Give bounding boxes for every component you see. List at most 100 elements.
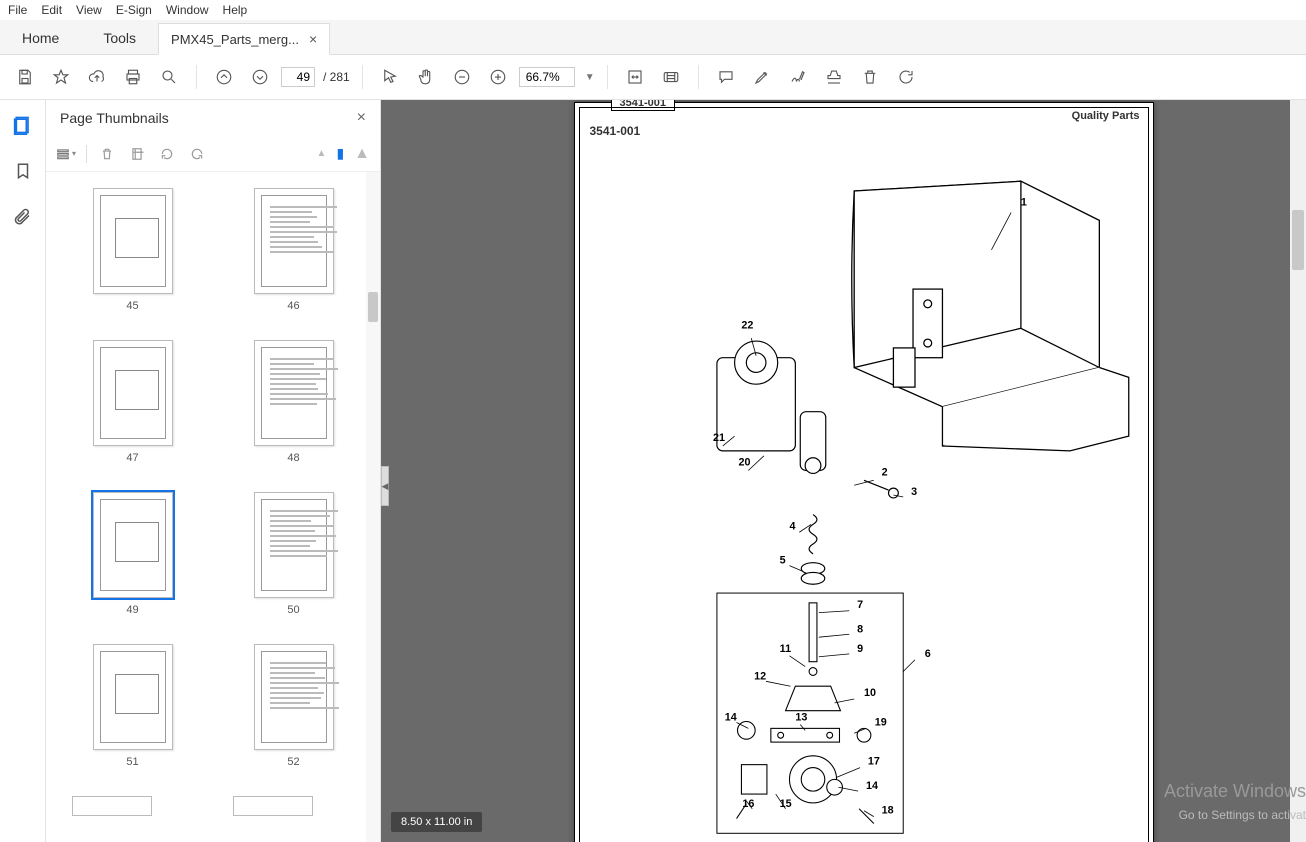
nav-rail — [0, 100, 46, 842]
attachment-icon[interactable] — [12, 206, 34, 228]
thumbnail-52[interactable]: 52 — [233, 644, 354, 768]
thumbnails-list[interactable]: 45 46 47 48 49 50 51 52 — [46, 172, 380, 842]
sign-icon[interactable] — [783, 62, 813, 92]
page-view: 3541-001 Quality Parts 3541-001 — [574, 102, 1154, 842]
callout-10: 10 — [864, 687, 876, 699]
search-icon[interactable] — [154, 62, 184, 92]
thumbnail-49[interactable]: 49 — [72, 492, 193, 616]
menu-esign[interactable]: E-Sign — [116, 3, 152, 17]
callout-14: 14 — [724, 712, 736, 724]
star-icon[interactable] — [46, 62, 76, 92]
thumbnail-48[interactable]: 48 — [233, 340, 354, 464]
save-icon[interactable] — [10, 62, 40, 92]
rotate-cw-icon[interactable] — [187, 144, 207, 164]
part-number-heading: 3541-001 — [590, 124, 641, 138]
tab-document-label: PMX45_Parts_merg... — [171, 32, 299, 47]
page-number-input[interactable] — [281, 67, 315, 87]
callout-21: 21 — [712, 432, 724, 444]
tab-bar: Home Tools PMX45_Parts_merg... × — [0, 20, 1306, 55]
thumbnail-51[interactable]: 51 — [72, 644, 193, 768]
select-tool-icon[interactable] — [375, 62, 405, 92]
callout-1: 1 — [1020, 197, 1026, 209]
comment-icon[interactable] — [711, 62, 741, 92]
hand-tool-icon[interactable] — [411, 62, 441, 92]
thumbnails-panel-icon[interactable] — [12, 114, 34, 136]
zoom-input[interactable] — [519, 67, 575, 87]
page-up-icon[interactable] — [209, 62, 239, 92]
thumbnail-label: 52 — [287, 756, 299, 768]
insert-page-icon[interactable] — [127, 144, 147, 164]
callout-4: 4 — [789, 520, 795, 532]
viewer-scrollbar[interactable] — [1290, 100, 1306, 842]
thumb-size-slider[interactable]: ▮ — [336, 145, 344, 162]
callout-19: 19 — [874, 716, 886, 728]
callout-7: 7 — [857, 599, 863, 611]
close-icon[interactable]: × — [309, 31, 317, 47]
rotate-ccw-icon[interactable] — [157, 144, 177, 164]
menu-bar: File Edit View E-Sign Window Help — [0, 0, 1306, 20]
main-area: Page Thumbnails × ▾ ▲ ▮ ▲ 45464748495051… — [0, 100, 1306, 842]
callout-17: 17 — [867, 756, 879, 768]
print-icon[interactable] — [118, 62, 148, 92]
callout-15: 15 — [779, 798, 791, 810]
zoom-out-icon[interactable] — [447, 62, 477, 92]
callout-18: 18 — [881, 805, 893, 817]
callout-5: 5 — [779, 555, 785, 567]
menu-edit[interactable]: Edit — [41, 3, 62, 17]
bookmark-icon[interactable] — [12, 160, 34, 182]
page-size-badge: 8.50 x 11.00 in — [391, 812, 482, 832]
fit-width-icon[interactable] — [620, 62, 650, 92]
thumb-size-small-icon[interactable]: ▲ — [317, 148, 327, 159]
thumbnail-label: 49 — [126, 604, 138, 616]
stamp-icon[interactable] — [819, 62, 849, 92]
callout-13: 13 — [795, 712, 807, 724]
thumbnail-label: 51 — [126, 756, 138, 768]
callout-9: 9 — [857, 643, 863, 655]
trash-icon[interactable] — [855, 62, 885, 92]
thumbnail-label: 48 — [287, 452, 299, 464]
callout-11: 11 — [779, 643, 790, 655]
main-toolbar: / 281 ▼ — [0, 55, 1306, 100]
callout-22: 22 — [741, 319, 753, 331]
callout-20: 20 — [738, 457, 750, 469]
document-viewer[interactable]: 3541-001 Quality Parts 3541-001 — [381, 100, 1306, 842]
rotate-icon[interactable] — [891, 62, 921, 92]
thumbnail-partial[interactable] — [233, 796, 313, 816]
delete-page-icon[interactable] — [97, 144, 117, 164]
cloud-upload-icon[interactable] — [82, 62, 112, 92]
thumbnail-partial[interactable] — [72, 796, 152, 816]
thumb-size-large-icon[interactable]: ▲ — [354, 145, 370, 163]
menu-view[interactable]: View — [76, 3, 102, 17]
thumbnail-50[interactable]: 50 — [233, 492, 354, 616]
page-down-icon[interactable] — [245, 62, 275, 92]
thumbnails-toolbar: ▾ ▲ ▮ ▲ — [46, 136, 380, 172]
menu-file[interactable]: File — [8, 3, 27, 17]
options-icon[interactable]: ▾ — [56, 144, 76, 164]
callout-3: 3 — [911, 486, 917, 498]
menu-help[interactable]: Help — [223, 3, 248, 17]
menu-window[interactable]: Window — [166, 3, 209, 17]
callout-6: 6 — [924, 648, 930, 660]
callout-14: 14 — [865, 780, 877, 792]
quality-parts-label: Quality Parts — [1072, 110, 1140, 122]
tab-home[interactable]: Home — [0, 22, 81, 54]
thumbnail-47[interactable]: 47 — [72, 340, 193, 464]
thumbnail-label: 46 — [287, 300, 299, 312]
chevron-down-icon[interactable]: ▼ — [585, 72, 595, 83]
thumbnail-label: 47 — [126, 452, 138, 464]
read-mode-icon[interactable] — [656, 62, 686, 92]
thumbnail-label: 50 — [287, 604, 299, 616]
panel-close-icon[interactable]: × — [357, 109, 366, 127]
zoom-in-icon[interactable] — [483, 62, 513, 92]
tab-document[interactable]: PMX45_Parts_merg... × — [158, 23, 330, 55]
thumbnail-label: 45 — [126, 300, 138, 312]
thumbnail-46[interactable]: 46 — [233, 188, 354, 312]
thumbnail-45[interactable]: 45 — [72, 188, 193, 312]
panel-collapse-grip[interactable]: ◀ — [381, 466, 389, 506]
exploded-diagram: 1222120234578961112101413191714161518 — [588, 142, 1140, 842]
highlight-icon[interactable] — [747, 62, 777, 92]
callout-8: 8 — [857, 623, 863, 635]
callout-12: 12 — [754, 670, 766, 682]
tab-tools[interactable]: Tools — [81, 22, 158, 54]
thumbnails-scrollbar[interactable] — [366, 172, 380, 842]
